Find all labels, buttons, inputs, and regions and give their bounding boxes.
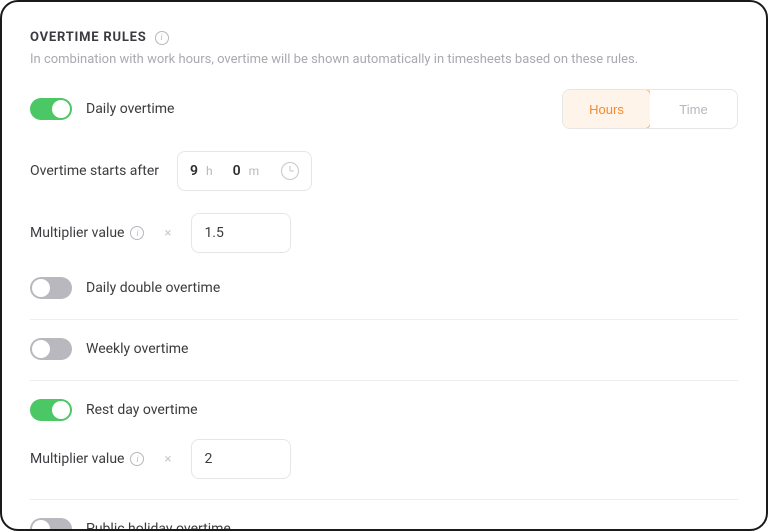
divider xyxy=(30,499,738,500)
rest-day-multiplier-value: 2 xyxy=(204,451,212,467)
daily-multiplier-label-text: Multiplier value xyxy=(30,225,124,241)
divider xyxy=(30,380,738,381)
page-title: OVERTIME RULES xyxy=(30,30,147,45)
overtime-rules-card: OVERTIME RULES i In combination with wor… xyxy=(0,0,768,531)
daily-multiplier-input[interactable]: 1.5 xyxy=(191,213,291,253)
rest-day-multiplier-label: Multiplier value i xyxy=(30,451,144,467)
weekly-overtime-toggle[interactable] xyxy=(30,338,72,360)
multiply-icon: × xyxy=(162,452,173,467)
daily-multiplier-value: 1.5 xyxy=(204,225,223,241)
rest-day-multiplier-input[interactable]: 2 xyxy=(191,439,291,479)
card-header: OVERTIME RULES i xyxy=(30,30,738,45)
daily-overtime-toggle[interactable] xyxy=(30,98,72,120)
info-icon[interactable]: i xyxy=(155,31,169,45)
weekly-overtime-label: Weekly overtime xyxy=(86,341,188,357)
daily-double-overtime-label: Daily double overtime xyxy=(86,280,220,296)
rest-day-multiplier-row: Multiplier value i × 2 xyxy=(30,439,738,479)
hours-unit: h xyxy=(206,164,213,178)
segmented-time-button[interactable]: Time xyxy=(650,90,737,128)
hours-time-segmented: Hours Time xyxy=(562,89,738,129)
rest-day-overtime-label: Rest day overtime xyxy=(86,402,198,418)
daily-starts-after-input[interactable]: 9 h 0 m xyxy=(177,151,312,191)
daily-multiplier-row: Multiplier value i × 1.5 xyxy=(30,213,738,253)
info-icon[interactable]: i xyxy=(130,226,144,240)
info-icon[interactable]: i xyxy=(130,452,144,466)
segmented-hours-button[interactable]: Hours xyxy=(562,89,651,129)
minutes-unit: m xyxy=(249,164,260,178)
daily-multiplier-label: Multiplier value i xyxy=(30,225,144,241)
rest-day-multiplier-label-text: Multiplier value xyxy=(30,451,124,467)
daily-double-overtime-toggle[interactable] xyxy=(30,277,72,299)
hours-value: 9 xyxy=(190,163,198,179)
daily-double-row: Daily double overtime xyxy=(30,275,738,299)
public-holiday-overtime-label: Public holiday overtime xyxy=(86,521,231,531)
rest-day-overtime-row: Rest day overtime xyxy=(30,399,738,421)
starts-after-label: Overtime starts after xyxy=(30,163,159,179)
public-holiday-overtime-toggle[interactable] xyxy=(30,518,72,531)
rest-day-overtime-toggle[interactable] xyxy=(30,399,72,421)
daily-overtime-label: Daily overtime xyxy=(86,101,174,117)
daily-starts-after-row: Overtime starts after 9 h 0 m xyxy=(30,151,738,191)
public-holiday-overtime-row: Public holiday overtime xyxy=(30,518,738,531)
weekly-overtime-row: Weekly overtime xyxy=(30,338,738,360)
multiply-icon: × xyxy=(162,226,173,241)
page-subtitle: In combination with work hours, overtime… xyxy=(30,51,670,69)
divider xyxy=(30,319,738,320)
daily-overtime-row: Daily overtime Hours Time xyxy=(30,89,738,129)
minutes-value: 0 xyxy=(233,163,241,179)
clock-icon xyxy=(281,162,299,180)
